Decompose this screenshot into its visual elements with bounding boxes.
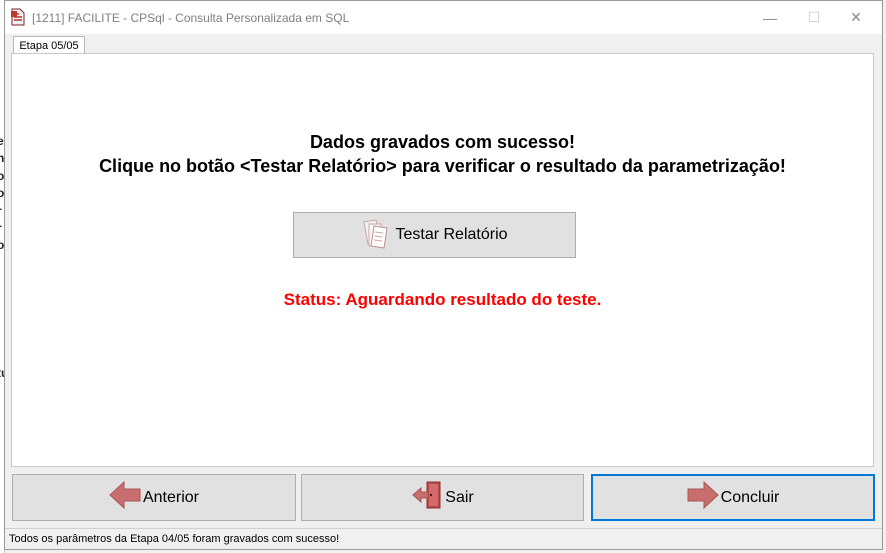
test-status-text: Status: Aguardando resultado do teste.	[283, 290, 602, 309]
tab-strip: Etapa 05/05	[5, 34, 882, 55]
finish-label: Concluir	[720, 488, 780, 506]
status-bar: Todos os parâmetros da Etapa 04/05 foram…	[5, 528, 882, 550]
background-text-fragment: r	[0, 204, 2, 218]
exit-button[interactable]: Sair	[301, 474, 584, 521]
minimize-button[interactable]: —	[748, 1, 792, 34]
documents-icon	[361, 217, 391, 254]
test-report-button[interactable]: Testar Relatório	[293, 212, 576, 258]
arrow-left-icon	[109, 480, 143, 515]
finish-button[interactable]: Concluir	[591, 474, 875, 521]
window-title: [1211] FACILITE - CPSql - Consulta Perso…	[32, 11, 350, 25]
previous-button[interactable]: Anterior	[12, 474, 296, 521]
exit-label: Sair	[445, 488, 474, 506]
test-report-label: Testar Relatório	[395, 226, 508, 243]
app-icon	[10, 8, 26, 26]
arrow-right-icon	[687, 480, 721, 515]
exit-door-icon	[411, 480, 445, 515]
success-message: Dados gravados com sucesso!	[309, 132, 576, 152]
dialog-window: [1211] FACILITE - CPSql - Consulta Perso…	[4, 0, 883, 550]
title-bar[interactable]: [1211] FACILITE - CPSql - Consulta Perso…	[5, 1, 882, 34]
background-text-fragment: r	[0, 221, 2, 235]
maximize-button[interactable]: ☐	[792, 1, 836, 34]
previous-label: Anterior	[142, 488, 200, 506]
status-bar-text: Todos os parâmetros da Etapa 04/05 foram…	[9, 533, 340, 545]
wizard-panel: Dados gravados com sucesso! Clique no bo…	[11, 53, 874, 467]
instruction-message: Clique no botão <Testar Relatório> para …	[99, 156, 786, 176]
close-button[interactable]: ✕	[834, 1, 878, 34]
